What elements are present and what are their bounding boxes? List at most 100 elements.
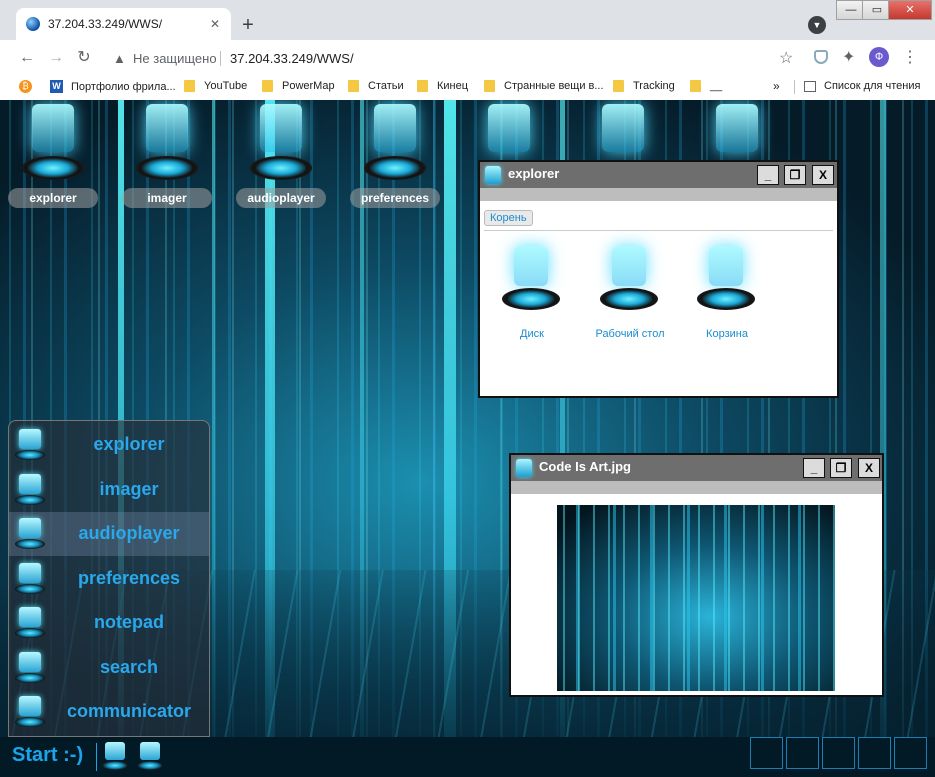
maximize-button[interactable]: ❐: [830, 458, 852, 478]
bookmark-underscore[interactable]: __: [690, 80, 722, 92]
bookmark-youtube[interactable]: YouTube: [184, 80, 247, 92]
magnifier-icon: [602, 104, 644, 152]
desktop-icon-preferences[interactable]: preferences: [346, 100, 442, 210]
desktop-icon-label: explorer: [8, 188, 98, 208]
tray-slot[interactable]: [858, 737, 891, 769]
taskbar: Start :-): [0, 737, 935, 777]
shield-extension-icon[interactable]: [814, 50, 828, 64]
disk-icon: [514, 246, 548, 286]
hologram-base: [697, 288, 755, 310]
breadcrumb-divider: [484, 230, 833, 231]
maximize-button[interactable]: ❐: [784, 165, 806, 185]
tray-slot[interactable]: [822, 737, 855, 769]
bookmark-kinets[interactable]: Кинец: [417, 80, 468, 92]
bookmark-label: YouTube: [204, 80, 248, 92]
url-text[interactable]: 37.204.33.249/WWS/: [230, 51, 354, 66]
minimize-button[interactable]: _: [803, 458, 825, 478]
bookmark-powermap[interactable]: PowerMap: [262, 80, 335, 92]
window-close-button[interactable]: ✕: [888, 0, 932, 20]
magnifier-icon: [15, 652, 45, 684]
start-menu-item-label: search: [99, 657, 159, 677]
bitcoin-bookmark[interactable]: ₿: [19, 80, 40, 93]
bookmarks-separator: [794, 80, 795, 94]
desktop-icon-imager[interactable]: imager: [118, 100, 214, 210]
folder-icon: [262, 80, 273, 92]
insecure-label[interactable]: Не защищено: [133, 51, 217, 66]
tab-search-icon[interactable]: ▼: [808, 16, 826, 34]
new-tab-button[interactable]: +: [236, 14, 260, 38]
bookmark-articles[interactable]: Статьи: [348, 80, 404, 92]
tray-slot[interactable]: [750, 737, 783, 769]
folder-icon: [417, 80, 428, 92]
explorer-window[interactable]: explorer _ ❐ X Корень Диск Рабочий стол …: [478, 160, 839, 398]
close-button[interactable]: X: [858, 458, 880, 478]
folder-item-disk[interactable]: Диск: [492, 240, 572, 340]
start-menu-item-audioplayer[interactable]: audioplayer: [9, 512, 209, 556]
image-icon: [146, 104, 188, 152]
bookmark-label: Странные вещи в...: [504, 80, 604, 92]
start-menu-item-search[interactable]: search: [9, 646, 209, 690]
desktop-icon-label: preferences: [350, 188, 440, 208]
taskbar-app-explorer[interactable]: [102, 742, 128, 772]
folder-item-trash[interactable]: Корзина: [687, 240, 767, 340]
w-icon: W: [50, 80, 63, 93]
profile-avatar[interactable]: Ф: [869, 47, 889, 67]
reading-list-label: Список для чтения: [824, 80, 921, 92]
bookmark-label: Tracking: [633, 80, 675, 92]
start-menu-item-imager[interactable]: imager: [9, 468, 209, 512]
bitcoin-icon: ₿: [19, 80, 32, 93]
taskbar-app-imager[interactable]: [137, 742, 163, 772]
audio-player-icon: [260, 104, 302, 152]
desktop-icon-label: imager: [122, 188, 212, 208]
start-button[interactable]: Start :-): [12, 744, 83, 767]
folder-item-label: Диск: [520, 328, 544, 340]
back-arrow-icon[interactable]: ←: [17, 48, 37, 68]
image-icon: [140, 742, 160, 760]
folder-icon: [184, 80, 195, 92]
folder-item-desktop[interactable]: Рабочий стол: [590, 240, 670, 340]
bookmarks-more-button[interactable]: »: [773, 79, 780, 93]
window-titlebar[interactable]: explorer _ ❐ X: [480, 162, 837, 188]
start-menu-item-label: audioplayer: [78, 523, 180, 543]
bookmark-star-icon[interactable]: ☆: [779, 48, 793, 68]
monitor-icon: [15, 429, 45, 461]
bookmark-portfolio[interactable]: W Портфолио фрила...: [50, 80, 176, 93]
hologram-base: [600, 288, 658, 310]
trash-icon: [709, 246, 743, 286]
tab-close-button[interactable]: ✕: [207, 16, 223, 32]
desktop[interactable]: explorer imager audioplayer preferences …: [0, 100, 935, 737]
start-menu-item-explorer[interactable]: explorer: [9, 423, 209, 467]
reload-icon[interactable]: ↻: [74, 48, 94, 68]
tray-slot[interactable]: [786, 737, 819, 769]
start-menu-item-label: communicator: [66, 701, 192, 721]
browser-tab[interactable]: 37.204.33.249/WWS/ ✕: [16, 8, 231, 40]
start-menu-item-notepad[interactable]: notepad: [9, 601, 209, 645]
bookmark-strange-things[interactable]: Странные вещи в...: [484, 80, 604, 92]
start-menu-item-communicator[interactable]: communicator: [9, 690, 209, 734]
desktop-icon-explorer[interactable]: explorer: [4, 100, 100, 210]
close-button[interactable]: X: [812, 165, 834, 185]
bookmark-label: __: [710, 80, 723, 92]
kebab-menu-icon[interactable]: ⋮: [902, 47, 918, 67]
tray-slot[interactable]: [894, 737, 927, 769]
preferences-icon: [374, 104, 416, 152]
breadcrumb-root[interactable]: Корень: [484, 210, 533, 226]
address-separator: [220, 51, 221, 66]
reading-list-icon: [804, 80, 816, 92]
start-menu[interactable]: explorer imager audioplayer preferences …: [8, 420, 210, 737]
image-viewer-window[interactable]: Code Is Art.jpg _ ❐ X: [509, 453, 884, 697]
bookmark-tracking[interactable]: Tracking: [613, 80, 675, 92]
warning-icon[interactable]: ▲: [113, 51, 126, 66]
forward-arrow-icon[interactable]: →: [46, 48, 66, 68]
bookmark-label: Портфолио фрила...: [71, 80, 176, 93]
reading-list-button[interactable]: Список для чтения: [804, 80, 920, 92]
puzzle-extensions-icon[interactable]: ✦: [842, 47, 855, 67]
desktop-icon-audioplayer[interactable]: audioplayer: [232, 100, 328, 210]
folder-item-label: Рабочий стол: [595, 328, 665, 340]
window-title: explorer: [508, 166, 560, 181]
hologram-base: [250, 156, 312, 180]
bookmark-label: Кинец: [437, 80, 469, 92]
window-titlebar[interactable]: Code Is Art.jpg _ ❐ X: [511, 455, 882, 481]
minimize-button[interactable]: _: [757, 165, 779, 185]
start-menu-item-preferences[interactable]: preferences: [9, 557, 209, 601]
